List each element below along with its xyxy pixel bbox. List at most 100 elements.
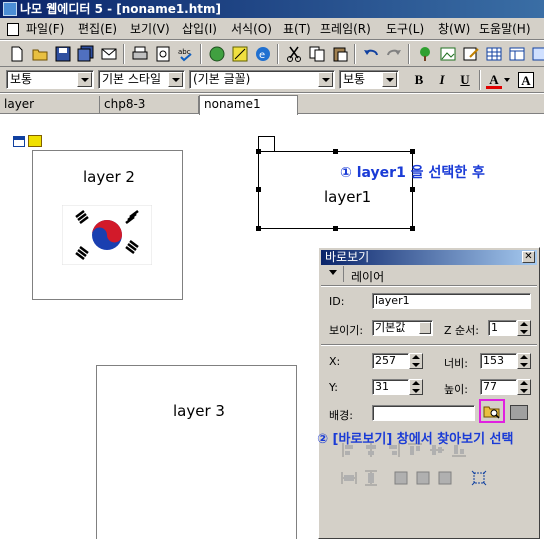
menu-edit[interactable]: 편집(E) [77, 21, 118, 37]
document-icon[interactable] [7, 23, 19, 36]
collapse-arrow-icon[interactable] [329, 270, 337, 275]
paragraph-style-select[interactable]: 보통 [6, 70, 94, 89]
layer-anchor-selected-icon[interactable] [28, 135, 42, 147]
background-color-swatch[interactable] [510, 405, 528, 420]
insert-image-icon[interactable] [439, 45, 457, 63]
edit-pencil-icon[interactable] [462, 45, 480, 63]
highlight-color-button[interactable]: A [518, 72, 534, 88]
undo-icon[interactable] [362, 45, 380, 63]
width-label: 너비: [444, 357, 468, 370]
window-title: 나모 웹에디터 5 - [noname1.htm] [20, 2, 222, 16]
app-icon [3, 2, 17, 16]
dynamic-effect-icon[interactable] [231, 45, 249, 63]
layer-2[interactable]: layer 2 [32, 150, 183, 300]
height-field[interactable]: 77 [480, 379, 517, 395]
resize-handle[interactable] [256, 149, 261, 154]
new-file-icon[interactable] [8, 45, 26, 63]
browser-preview-icon[interactable]: e [254, 45, 272, 63]
id-field[interactable]: layer1 [372, 293, 531, 309]
browse-button[interactable] [479, 399, 505, 423]
y-field[interactable]: 31 [372, 379, 409, 395]
open-folder-icon[interactable] [31, 45, 49, 63]
insert-form-icon[interactable] [531, 45, 544, 63]
panel-title-bar[interactable]: 바로보기 ✕ [321, 250, 537, 265]
y-stepper[interactable] [409, 379, 423, 395]
font-size-select[interactable]: 보통 [339, 70, 399, 89]
bold-button[interactable]: B [411, 72, 427, 88]
insert-table-icon[interactable] [485, 45, 503, 63]
panel-section-label: 레이어 [351, 270, 385, 284]
menu-frame[interactable]: 프레임(R) [319, 21, 372, 37]
y-label: Y: [329, 381, 338, 394]
chevron-down-icon[interactable] [382, 72, 397, 87]
chevron-down-icon[interactable] [77, 72, 92, 87]
menu-view[interactable]: 보기(V) [129, 21, 171, 37]
insert-frame-icon[interactable] [508, 45, 526, 63]
site-tree-icon[interactable] [416, 45, 434, 63]
chevron-down-icon[interactable] [318, 72, 333, 87]
menu-file[interactable]: 파일(F) [25, 21, 65, 37]
z-order-stepper[interactable] [517, 320, 531, 336]
fit-size-icon[interactable] [471, 470, 487, 486]
copy-icon[interactable] [308, 45, 326, 63]
cut-icon[interactable] [285, 45, 303, 63]
layer-3-label: layer 3 [173, 402, 225, 420]
font-color-dropdown-icon[interactable] [504, 78, 510, 82]
distribute-icon[interactable] [437, 470, 453, 486]
save-icon[interactable] [54, 45, 72, 63]
document-tab-bar: layer chp8-3 noname1 [0, 94, 544, 115]
height-label: 높이: [444, 383, 468, 396]
tab-chp8-3[interactable]: chp8-3 [100, 96, 199, 114]
same-width-icon[interactable] [341, 470, 357, 486]
layer-anchor-icon[interactable] [13, 136, 25, 147]
print-preview-icon[interactable] [154, 45, 172, 63]
background-image-field[interactable] [372, 405, 475, 421]
distribute-icon[interactable] [393, 470, 409, 486]
same-height-icon[interactable] [363, 470, 379, 486]
x-stepper[interactable] [409, 353, 423, 369]
chevron-down-icon[interactable] [168, 72, 183, 87]
layer-3[interactable]: layer 3 [96, 365, 297, 539]
resize-handle[interactable] [333, 226, 338, 231]
layer-2-label: layer 2 [83, 168, 135, 186]
save-all-icon[interactable] [77, 45, 95, 63]
chevron-down-icon[interactable] [419, 322, 431, 334]
resize-handle[interactable] [410, 187, 415, 192]
mail-icon[interactable] [100, 45, 118, 63]
width-stepper[interactable] [517, 353, 531, 369]
tab-noname1[interactable]: noname1 [199, 95, 298, 115]
underline-button[interactable]: U [457, 72, 473, 88]
paste-icon[interactable] [331, 45, 349, 63]
standard-toolbar: abc e [0, 41, 544, 67]
font-color-button[interactable]: A [486, 72, 502, 89]
id-label: ID: [329, 295, 345, 308]
menu-table[interactable]: 표(T) [282, 21, 312, 37]
resize-handle[interactable] [410, 226, 415, 231]
style-select[interactable]: 기본 스타일 [98, 70, 185, 89]
menu-help[interactable]: 도움말(H) [478, 21, 532, 37]
resize-handle[interactable] [256, 226, 261, 231]
close-icon[interactable]: ✕ [522, 251, 535, 263]
redo-icon[interactable] [385, 45, 403, 63]
distribute-icon[interactable] [415, 470, 431, 486]
resize-handle[interactable] [410, 149, 415, 154]
print-icon[interactable] [131, 45, 149, 63]
menu-bar: 파일(F) 편집(E) 보기(V) 삽입(I) 서식(O) 표(T) 프레임(R… [0, 18, 544, 40]
font-select[interactable]: (기본 글꼴) [189, 70, 335, 89]
menu-format[interactable]: 서식(O) [230, 21, 273, 37]
spellcheck-icon[interactable]: abc [177, 45, 195, 63]
z-order-field[interactable]: 1 [488, 320, 517, 336]
resize-handle[interactable] [333, 149, 338, 154]
height-stepper[interactable] [517, 379, 531, 395]
web-globe-icon[interactable] [208, 45, 226, 63]
menu-window[interactable]: 창(W) [437, 21, 471, 37]
resize-handle[interactable] [256, 187, 261, 192]
browse-folder-icon [483, 406, 500, 419]
tab-layer[interactable]: layer [0, 96, 100, 114]
x-field[interactable]: 257 [372, 353, 409, 369]
menu-tools[interactable]: 도구(L) [385, 21, 425, 37]
width-field[interactable]: 153 [480, 353, 517, 369]
visibility-select[interactable]: 기본값 [372, 320, 433, 336]
italic-button[interactable]: I [434, 72, 450, 88]
menu-insert[interactable]: 삽입(I) [181, 21, 218, 37]
